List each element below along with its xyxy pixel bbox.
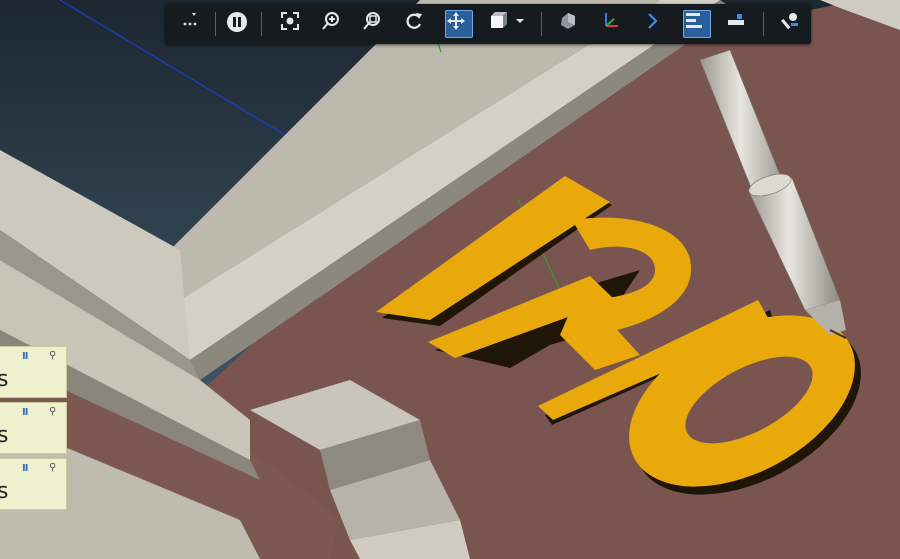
shading-icon [561, 13, 575, 29]
rotate-view-button[interactable] [403, 10, 431, 38]
toolbar-divider [541, 12, 542, 36]
pin-icon[interactable]: ⚲ [49, 350, 56, 361]
side-panel-label: s [0, 479, 9, 504]
pause-icon [227, 12, 247, 32]
rotate-icon [406, 13, 422, 29]
side-panel-2[interactable]: II ⚲ s [0, 402, 67, 454]
measure-button[interactable] [725, 10, 753, 38]
zoom-window-icon [363, 12, 380, 30]
pause-icon[interactable]: II [22, 407, 29, 418]
more-icon [183, 13, 197, 26]
pause-icon[interactable]: II [22, 463, 29, 474]
align-icon [686, 13, 702, 28]
axes-icon [605, 13, 618, 27]
pan-icon [447, 12, 465, 30]
chevron-right-icon [648, 13, 658, 29]
settings-button[interactable] [779, 10, 807, 38]
coordinate-frame-button[interactable] [599, 10, 627, 38]
zoom-window-button[interactable] [361, 10, 389, 38]
align-button[interactable] [683, 10, 711, 38]
side-panel-1[interactable]: II ⚲ s [0, 346, 67, 398]
side-panel-3[interactable]: II ⚲ s [0, 458, 67, 510]
pause-simulation-button[interactable] [225, 10, 253, 38]
pin-icon[interactable]: ⚲ [49, 462, 56, 473]
fit-view-icon [281, 12, 299, 30]
pin-icon[interactable]: ⚲ [49, 406, 56, 417]
toolbar-divider [261, 12, 262, 36]
shading-button[interactable] [557, 10, 585, 38]
next-button[interactable] [641, 10, 669, 38]
pause-icon[interactable]: II [22, 351, 29, 362]
fit-view-button[interactable] [279, 10, 307, 38]
view-cube-button[interactable] [487, 10, 531, 38]
scene-canvas[interactable] [0, 0, 900, 559]
view-cube-icon [491, 12, 524, 28]
measure-icon [728, 14, 744, 25]
viewport-toolbar [165, 4, 811, 44]
side-panel-label: s [0, 367, 9, 392]
3d-viewport[interactable]: II ⚲ s II ⚲ s II ⚲ s [0, 0, 900, 559]
more-options-button[interactable] [181, 10, 209, 38]
zoom-icon [322, 12, 339, 30]
zoom-button[interactable] [320, 10, 348, 38]
tools-icon [781, 13, 798, 30]
side-panel-label: s [0, 423, 9, 448]
pan-view-button[interactable] [445, 10, 473, 38]
toolbar-divider [215, 12, 216, 36]
toolbar-divider [763, 12, 764, 36]
